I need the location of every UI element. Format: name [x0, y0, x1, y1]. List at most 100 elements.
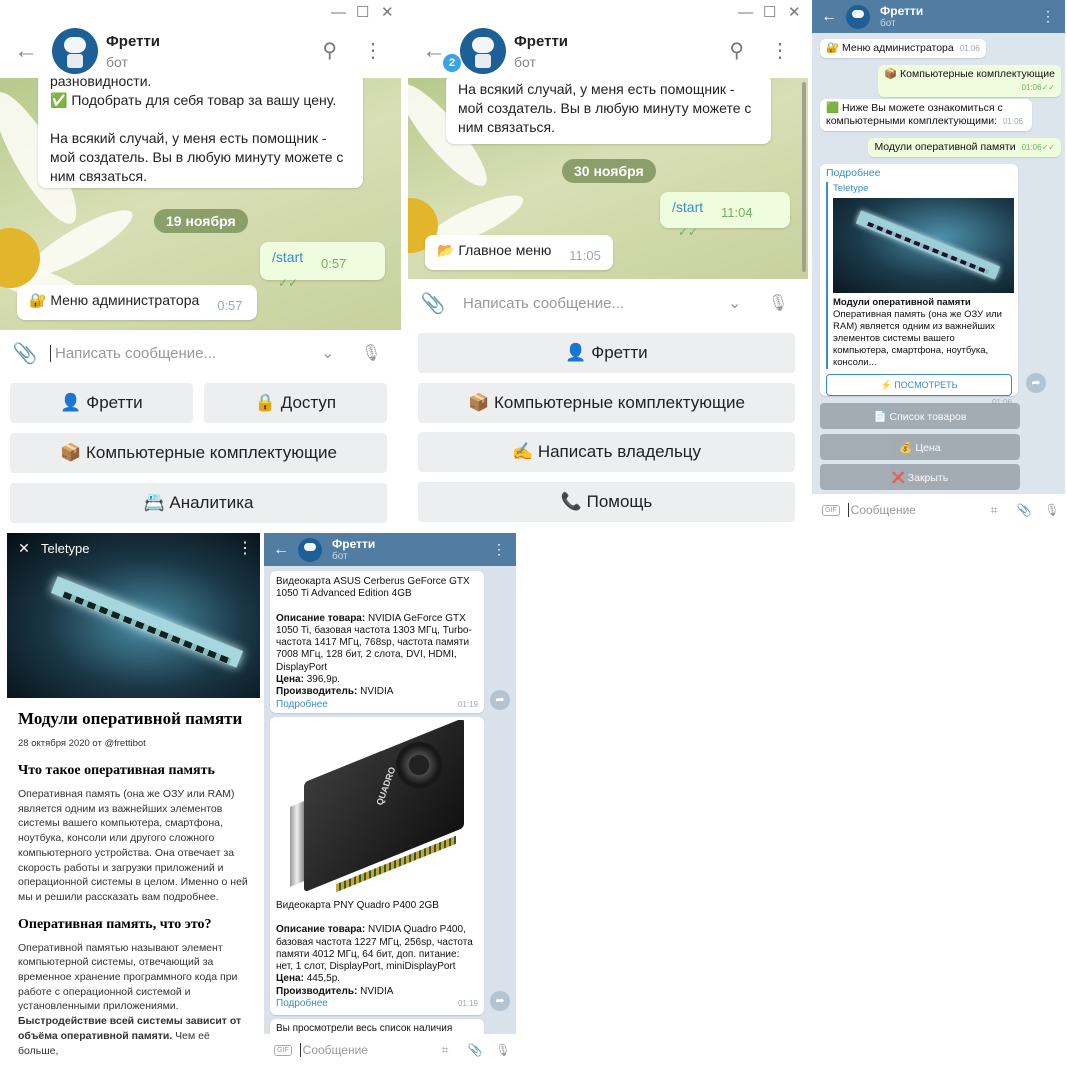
desktop-chat-window-1: — ☐ ✕ ← Фретти бот ⚲ ⋮ разновидности. ✅ … — [0, 0, 401, 528]
product-name: Видеокарта PNY Quadro P400 2GB — [276, 900, 439, 911]
message-footer: Подробнее 01:19 — [276, 699, 478, 711]
keyboard-button-write-owner[interactable]: ✍️ Написать владельцу — [418, 432, 795, 472]
message-input-bar: GIF Сообщение ⌗ 📎 🎙 — [812, 494, 1065, 526]
start-command[interactable]: /start — [272, 249, 303, 265]
more-vertical-icon[interactable]: ⋮ — [363, 38, 383, 63]
unread-badge: 2 — [443, 54, 461, 72]
microphone-icon[interactable]: 🎙 — [768, 293, 808, 313]
outgoing-message[interactable]: 📦 Компьютерные комплектующие 01:06✓✓ — [878, 65, 1061, 97]
preview-title: Модули оперативной памяти — [833, 297, 971, 308]
bot-keyboard-icon[interactable]: ⌗ — [979, 503, 1009, 518]
search-icon[interactable]: ⚲ — [729, 38, 744, 63]
message-input[interactable]: Написать сообщение... — [458, 295, 728, 312]
bot-avatar[interactable] — [460, 28, 506, 74]
scrollbar[interactable] — [802, 82, 806, 272]
bot-avatar[interactable] — [52, 28, 98, 74]
maximize-icon[interactable]: ☐ — [356, 3, 369, 21]
keyboard-button-components[interactable]: 📦 Компьютерные комплектующие — [10, 433, 387, 473]
close-icon[interactable]: ✕ — [381, 3, 394, 21]
product-maker: Производитель: NVIDIA — [276, 686, 478, 698]
outgoing-message[interactable]: /start 11:04 ✓✓ — [660, 192, 790, 239]
product-price: Цена: 445,5р. — [276, 973, 478, 985]
microphone-icon[interactable]: 🎙 — [361, 343, 401, 363]
forward-share-icon[interactable]: ➦ — [1026, 373, 1046, 393]
preview-site-name: Teletype — [833, 183, 869, 194]
keyboard-button-price[interactable]: 💰 Цена — [820, 434, 1020, 460]
message-input[interactable]: Сообщение — [847, 503, 979, 517]
message-time: 0:57 — [217, 298, 243, 313]
product-name: Видеокарта ASUS Cerberus GeForce GTX 105… — [276, 576, 470, 600]
chat-area[interactable]: На всякий случай, у меня есть помощник -… — [408, 78, 808, 279]
keyboard-button-fretti[interactable]: 👤 Фретти — [10, 383, 193, 423]
keyboard-button-help[interactable]: 📞 Помощь — [418, 482, 795, 522]
back-arrow-icon[interactable]: ← — [812, 8, 846, 26]
back-arrow-icon[interactable]: ← — [264, 541, 298, 559]
maximize-icon[interactable]: ☐ — [763, 3, 776, 21]
keyboard-button-analytics[interactable]: 📇 Аналитика — [10, 483, 387, 523]
keyboard-button-product-list[interactable]: 📄 Список товаров — [820, 403, 1020, 429]
bot-avatar[interactable] — [846, 4, 870, 29]
incoming-message[interactable]: 🔐 Меню администратора 0:57 — [17, 285, 257, 320]
search-icon[interactable]: ⚲ — [322, 38, 337, 63]
teletype-article-view: ✕ Teletype ⋮ Модули оперативной памяти 2… — [7, 533, 260, 1066]
message-link[interactable]: Подробнее — [826, 167, 1012, 180]
bot-keyboard-icon[interactable]: ⌗ — [430, 1043, 460, 1058]
product-message[interactable]: Видеокарта ASUS Cerberus GeForce GTX 105… — [270, 571, 484, 713]
minimize-icon[interactable]: — — [331, 4, 346, 21]
minimize-icon[interactable]: — — [738, 4, 753, 21]
microphone-icon[interactable]: 🎙 — [1039, 503, 1065, 517]
attach-icon[interactable]: 📎 — [408, 291, 458, 316]
back-arrow-icon[interactable]: ← — [0, 37, 52, 65]
label: Цена: — [276, 973, 304, 985]
more-vertical-icon[interactable]: ⋮ — [1041, 8, 1055, 25]
article-body[interactable]: Модули оперативной памяти 28 октября 202… — [7, 698, 260, 1058]
outgoing-message[interactable]: /start 0:57 ✓✓ — [260, 242, 385, 290]
incoming-message[interactable]: 📂 Главное меню 11:05 — [425, 235, 613, 270]
forward-share-icon[interactable]: ➦ — [490, 991, 510, 1011]
more-link[interactable]: Подробнее — [276, 699, 328, 711]
read-checkmarks-icon: ✓✓ — [678, 225, 699, 239]
close-icon[interactable]: ✕ — [788, 3, 801, 21]
link-preview-message[interactable]: Подробнее Teletype Модули оперативной па… — [820, 164, 1018, 407]
more-link[interactable]: Подробнее — [276, 998, 328, 1010]
keyboard-button-close[interactable]: ❌ Закрыть — [820, 464, 1020, 490]
message-input[interactable]: Сообщение — [299, 1043, 430, 1057]
article-meta: 28 октября 2020 от @frettibot — [18, 738, 146, 749]
message-bubble[interactable]: разновидности. ✅ Подобрать для себя това… — [38, 78, 363, 188]
more-vertical-icon[interactable]: ⋮ — [492, 541, 506, 558]
more-vertical-icon[interactable]: ⋮ — [230, 538, 260, 558]
more-vertical-icon[interactable]: ⋮ — [770, 38, 790, 63]
attach-icon[interactable]: 📎 — [0, 341, 50, 366]
message-text: На всякий случай, у меня есть помощник -… — [458, 81, 752, 135]
chevron-down-icon[interactable]: ⌄ — [321, 343, 361, 363]
gif-icon[interactable]: GIF — [274, 1044, 292, 1056]
outgoing-message[interactable]: Модули оперативной памяти 01:06✓✓ — [868, 138, 1061, 157]
message-text: 📦 Компьютерные комплектующие — [884, 68, 1055, 80]
message-bubble[interactable]: На всякий случай, у меня есть помощник -… — [446, 78, 771, 144]
label: Описание товара: — [276, 924, 366, 936]
microphone-icon[interactable]: 🎙 — [490, 1043, 516, 1057]
ram-module-image — [833, 198, 1014, 293]
keyboard-button-access[interactable]: 🔒 Доступ — [204, 383, 387, 423]
attach-icon[interactable]: 📎 — [1009, 503, 1039, 517]
gif-icon[interactable]: GIF — [822, 504, 840, 516]
start-command[interactable]: /start — [672, 199, 703, 215]
close-icon[interactable]: ✕ — [7, 540, 41, 557]
value: 445,5р. — [303, 973, 341, 985]
chat-title: Фретти — [514, 32, 569, 50]
incoming-message[interactable]: 🔐 Меню администратора 01:06 — [820, 39, 986, 58]
window-titlebar: — ☐ ✕ — [0, 0, 401, 24]
chat-area[interactable]: разновидности. ✅ Подобрать для себя това… — [0, 78, 401, 330]
attach-icon[interactable]: 📎 — [460, 1043, 490, 1057]
incoming-message[interactable]: 🟩 Ниже Вы можете ознакомиться с компьюте… — [820, 99, 1032, 131]
forward-share-icon[interactable]: ➦ — [490, 690, 510, 710]
keyboard-button-fretti[interactable]: 👤 Фретти — [418, 333, 795, 373]
link-preview-card[interactable]: Teletype Модули оперативной памяти Опера… — [826, 182, 1014, 369]
chevron-down-icon[interactable]: ⌄ — [728, 293, 768, 313]
message-input[interactable]: Написать сообщение... — [50, 344, 321, 362]
view-button[interactable]: ⚡ ПОСМОТРЕТЬ — [826, 374, 1012, 396]
bot-avatar[interactable] — [298, 537, 322, 562]
keyboard-button-components[interactable]: 📦 Компьютерные комплектующие — [418, 383, 795, 423]
product-message[interactable]: QUADRO Видеокарта PNY Quadro P400 2GB Оп… — [270, 717, 484, 1015]
